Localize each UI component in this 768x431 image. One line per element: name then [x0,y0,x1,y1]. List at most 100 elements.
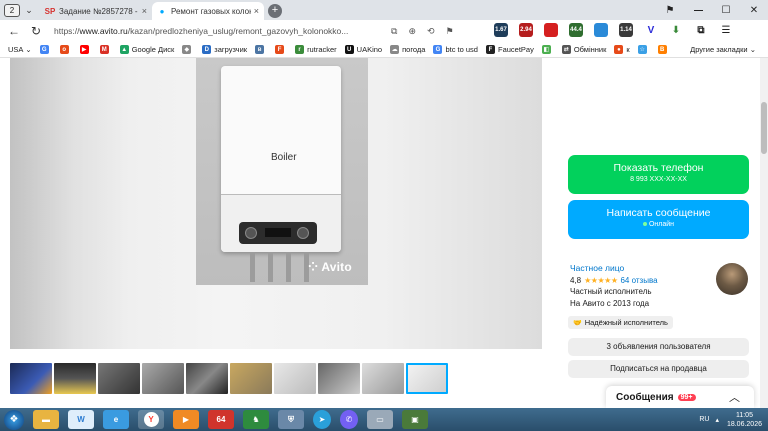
taskbar-ie-icon[interactable]: e [103,410,129,429]
green-square-icon: ◧ [541,45,551,54]
extension-diamond-icon[interactable] [594,23,608,37]
thumbnail[interactable] [54,363,96,394]
bookmark-gmail[interactable]: M [99,45,112,54]
bookmark-google[interactable]: G [39,45,52,54]
subscribe-seller-button[interactable]: Подписаться на продавца [568,360,749,378]
tab-menu-chevron-icon[interactable]: ⌄ [22,3,36,17]
bookmark-label: загрузчик [214,45,248,54]
thumbnail[interactable] [98,363,140,394]
taskbar-viber-icon[interactable]: ✆ [340,410,358,429]
chevron-up-icon[interactable]: ︿ [729,389,740,405]
reviews-link[interactable]: 64 отзыва [620,275,657,287]
thumbnail[interactable] [186,363,228,394]
bookmark-icon[interactable]: ⚑ [446,26,454,37]
language-indicator[interactable]: RU [699,416,709,423]
reload-icon[interactable]: ↻ [28,23,44,39]
new-tab-button[interactable]: + [268,4,282,18]
thumbnail[interactable] [142,363,184,394]
taskbar-shield-icon[interactable]: ⛨ [278,410,304,429]
show-phone-label: Показать телефон [613,162,704,174]
messenger-bar[interactable]: Сообщения 99+ ︿ [606,386,754,408]
download-icon[interactable]: ⬇ [669,23,683,37]
tab-avito[interactable]: ● Ремонт газовых колонок × [152,2,264,20]
url-scheme: https:// [54,26,80,36]
google-icon: G [39,45,49,54]
bookmark-uakino[interactable]: U UAKino [344,45,382,54]
taskbar-w-icon[interactable]: W [68,410,94,429]
f-icon: F [275,45,285,54]
bookmark-exchanger[interactable]: ⇄ Обмінник [561,45,606,54]
bookmark-f[interactable]: F [275,45,287,54]
extension-icon[interactable]: ⊕ [408,26,416,37]
extension-rate-icon[interactable]: 2.94 [519,23,533,37]
bookmark-star[interactable]: ☆ [637,45,650,54]
share-icon[interactable]: ⟲ [427,26,435,37]
bookmark-vk[interactable]: в [255,45,267,54]
minimize-icon[interactable] [684,0,712,20]
bookmark-window-icon[interactable]: ⚑ [656,0,684,20]
taskbar-explorer-icon[interactable]: ▬ [33,410,59,429]
extensions-puzzle-icon[interactable]: ⧉ [694,23,708,37]
extension-rate-icon[interactable]: 1.14 [619,23,633,37]
show-phone-button[interactable]: Показать телефон 8 993 XXX-XX-XX [568,155,749,194]
back-arrow-icon[interactable]: ← [6,23,22,39]
close-icon[interactable]: × [142,6,147,16]
bookmark-green[interactable]: ◧ [541,45,554,54]
clock-time: 11:05 [735,411,753,419]
thumbnail[interactable] [318,363,360,394]
bookmark-k[interactable]: ● к [614,45,630,54]
bookmark-weather[interactable]: ☁ погода [390,45,425,54]
taskbar-chess-icon[interactable]: ♞ [243,410,269,429]
seller-avatar[interactable] [716,263,748,295]
maximize-icon[interactable]: ☐ [712,0,740,20]
extension-rate-icon[interactable]: 1.67 [494,23,508,37]
bookmark-blogger[interactable]: B [657,45,670,54]
menu-icon[interactable]: ☰ [719,23,733,37]
bookmark-diamond[interactable]: ◆ [182,45,194,54]
taskbar-terminal-icon[interactable]: ▣ [402,410,428,429]
bookmark-faucetpay[interactable]: F FaucetPay [485,45,534,54]
tab-counter[interactable]: 2 [4,4,20,17]
url-field[interactable]: https://www.avito.ru/kazan/predlozheniya… [54,26,379,36]
write-message-button[interactable]: Написать сообщение Онлайн [568,200,749,239]
seller-ads-button[interactable]: 3 объявления пользователя [568,338,749,356]
taskbar-yandex-icon[interactable]: Y [138,410,164,429]
reliable-badge[interactable]: 🤝 Надёжный исполнитель [568,316,673,329]
thumbnail[interactable] [230,363,272,394]
extension-car-icon[interactable] [544,23,558,37]
tab-task[interactable]: SP Задание №2857278 - про × [40,2,152,20]
bookmark-label: погода [402,45,426,54]
taskbar-64-icon[interactable]: 64 [208,410,234,429]
bookmark-btc[interactable]: Gbtc to usd [433,45,478,54]
thumbnail-active[interactable] [406,363,448,394]
thumbnail[interactable] [10,363,52,394]
taskbar-window-icon[interactable]: ▭ [367,410,393,429]
online-status: Онлайн [568,221,749,228]
tab-title: Задание №2857278 - про [59,6,139,16]
bookmark-orange[interactable]: o [59,45,72,54]
scrollbar-thumb[interactable] [761,102,767,154]
close-window-icon[interactable]: ✕ [740,0,768,20]
bookmark-usa[interactable]: USA ⌄ [8,45,32,54]
star-icon: ☆ [637,45,647,54]
other-bookmarks[interactable]: Другие закладки ⌄ [690,45,756,54]
taskbar-player-icon[interactable]: ▶ [173,410,199,429]
taskbar-telegram-icon[interactable]: ➤ [313,410,331,429]
extension-v-icon[interactable]: V [644,23,658,37]
opera-icon: o [59,45,69,54]
bookmark-downloader[interactable]: Dзагрузчик [202,45,247,54]
tray-arrow-icon[interactable]: ▴ [715,416,719,424]
bookmark-google-drive[interactable]: ▲ Google Диск [119,45,174,54]
start-button[interactable]: ❖ [4,409,24,430]
tab-title: Ремонт газовых колонок [171,6,251,16]
page-scrollbar[interactable] [760,58,768,408]
listing-main-photo[interactable]: Boiler ⁘ Avito [10,58,542,349]
thumbnail[interactable] [362,363,404,394]
copy-icon[interactable]: ⧉ [391,26,397,37]
thumbnail[interactable] [274,363,316,394]
close-icon[interactable]: × [254,6,259,16]
clock[interactable]: 11:05 18.06.2026 [727,411,762,429]
extension-rate-icon[interactable]: 44.4 [569,23,583,37]
bookmark-rutracker[interactable]: r rutracker [295,45,337,54]
bookmark-youtube[interactable]: ▶ [79,45,92,54]
